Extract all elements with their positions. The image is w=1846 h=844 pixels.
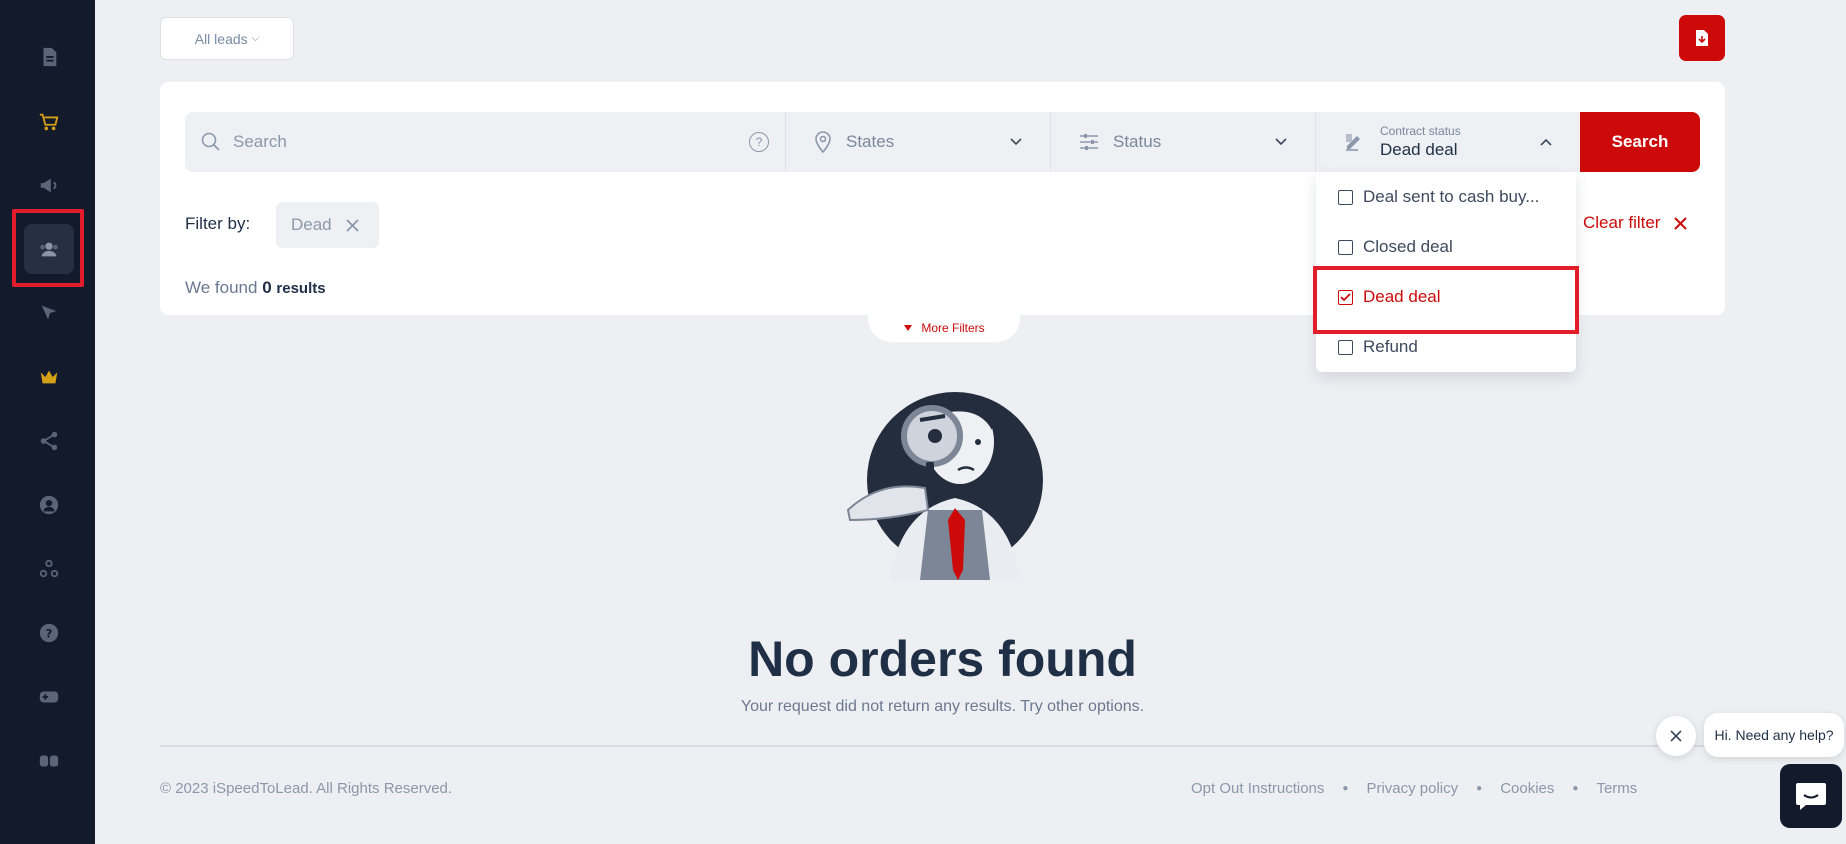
dropdown-option[interactable]: Refund — [1338, 337, 1418, 357]
sidebar-item-premium[interactable] — [24, 352, 74, 402]
sidebar: ? — [0, 0, 95, 844]
close-icon[interactable] — [346, 218, 359, 232]
sidebar-item-share[interactable] — [24, 416, 74, 466]
more-filters-label: More Filters — [921, 321, 985, 335]
user-circle-icon — [39, 495, 59, 515]
share-icon — [40, 431, 58, 451]
more-filters-toggle[interactable]: More Filters — [868, 314, 1020, 342]
clear-filter-label: Clear filter — [1583, 213, 1661, 232]
results-suffix: results — [276, 280, 326, 297]
cursor-icon — [41, 305, 57, 320]
location-pin-icon — [815, 131, 831, 153]
highlight-box — [1313, 266, 1579, 334]
results-summary: We found 0 results — [185, 278, 326, 298]
contract-status-caption: Contract status — [1380, 124, 1461, 138]
dropdown-option[interactable]: Deal sent to cash buy... — [1338, 187, 1539, 207]
checkbox[interactable] — [1338, 339, 1353, 355]
results-count: 0 — [262, 278, 272, 297]
chevron-up-icon — [1540, 138, 1552, 146]
separator-dot: ● — [1476, 783, 1483, 794]
dropdown-option[interactable]: Closed deal — [1338, 237, 1453, 257]
sidebar-item-profile[interactable] — [24, 480, 74, 530]
footer-link-cookies[interactable]: Cookies — [1500, 780, 1554, 797]
all-leads-dropdown[interactable]: All leads ⌵ — [160, 17, 294, 60]
contract-edit-icon — [1346, 134, 1360, 151]
sidebar-item-network[interactable] — [24, 544, 74, 594]
chevron-down-icon — [1275, 138, 1287, 146]
document-icon — [43, 47, 57, 67]
chevron-down-icon — [904, 325, 913, 331]
footer-links: Opt Out Instructions ● Privacy policy ● … — [1191, 780, 1637, 797]
close-icon — [1670, 730, 1682, 742]
cart-icon — [39, 113, 59, 131]
sidebar-item-campaigns[interactable] — [24, 288, 74, 338]
footer-link-terms[interactable]: Terms — [1596, 780, 1637, 797]
megaphone-icon — [40, 178, 57, 193]
contract-status-value: Dead deal — [1380, 140, 1458, 159]
sidebar-item-marketing[interactable] — [24, 160, 74, 210]
chevron-down-icon: ⌵ — [251, 33, 260, 44]
footer-divider — [160, 745, 1725, 747]
checkbox[interactable] — [1338, 239, 1353, 255]
search-input[interactable]: Search ? — [185, 112, 785, 172]
filter-chip-label: Dead — [291, 215, 332, 234]
detective-illustration — [846, 392, 1043, 580]
states-label: States — [846, 132, 895, 151]
all-leads-label: All leads — [194, 30, 248, 47]
question-icon[interactable]: ? — [749, 132, 769, 152]
modules-icon — [39, 755, 59, 767]
status-label: Status — [1113, 132, 1162, 151]
empty-title: No orders found — [748, 631, 1137, 687]
status-select[interactable]: Status — [1050, 112, 1315, 172]
chat-close-button[interactable] — [1656, 716, 1696, 756]
crown-icon — [40, 370, 58, 384]
copyright: © 2023 iSpeedToLead. All Rights Reserved… — [160, 780, 453, 797]
chat-icon — [1796, 783, 1826, 810]
dropdown-option-label: Deal sent to cash buy... — [1363, 187, 1540, 206]
results-prefix: We found — [185, 278, 258, 297]
search-icon — [201, 132, 220, 151]
filter-row: Search ? States Status Contract status D… — [185, 112, 1700, 172]
export-button[interactable] — [1679, 15, 1725, 61]
sidebar-item-documents[interactable] — [24, 32, 74, 82]
empty-subtitle: Your request did not return any results.… — [740, 698, 1145, 715]
close-icon — [1674, 216, 1688, 230]
network-icon — [39, 559, 59, 578]
dropdown-option-label: Closed deal — [1363, 237, 1453, 256]
dropdown-option-label: Refund — [1363, 337, 1418, 356]
clear-filter-button[interactable]: Clear filter — [1583, 213, 1688, 233]
search-placeholder: Search — [233, 132, 287, 151]
separator-dot: ● — [1572, 783, 1579, 794]
filter-by-label: Filter by: — [185, 214, 251, 233]
filter-chip: Dead — [276, 202, 379, 248]
sliders-icon — [1080, 134, 1098, 150]
sidebar-item-modules[interactable] — [24, 736, 74, 786]
chat-greeting[interactable]: Hi. Need any help? — [1704, 713, 1844, 757]
footer-link-privacy[interactable]: Privacy policy — [1366, 780, 1458, 797]
file-download-icon — [1696, 30, 1708, 46]
sidebar-item-cart[interactable] — [24, 97, 74, 147]
checkbox[interactable] — [1338, 189, 1353, 205]
chat-launcher-button[interactable] — [1780, 764, 1842, 828]
states-select[interactable]: States — [785, 112, 1050, 172]
contract-status-select[interactable]: Contract status Dead deal — [1315, 112, 1580, 172]
separator-dot: ● — [1342, 783, 1349, 794]
chevron-down-icon — [1010, 138, 1022, 146]
search-button[interactable]: Search — [1580, 112, 1700, 172]
footer-link-opt-out[interactable]: Opt Out Instructions — [1191, 780, 1324, 797]
highlight-box — [12, 209, 84, 287]
